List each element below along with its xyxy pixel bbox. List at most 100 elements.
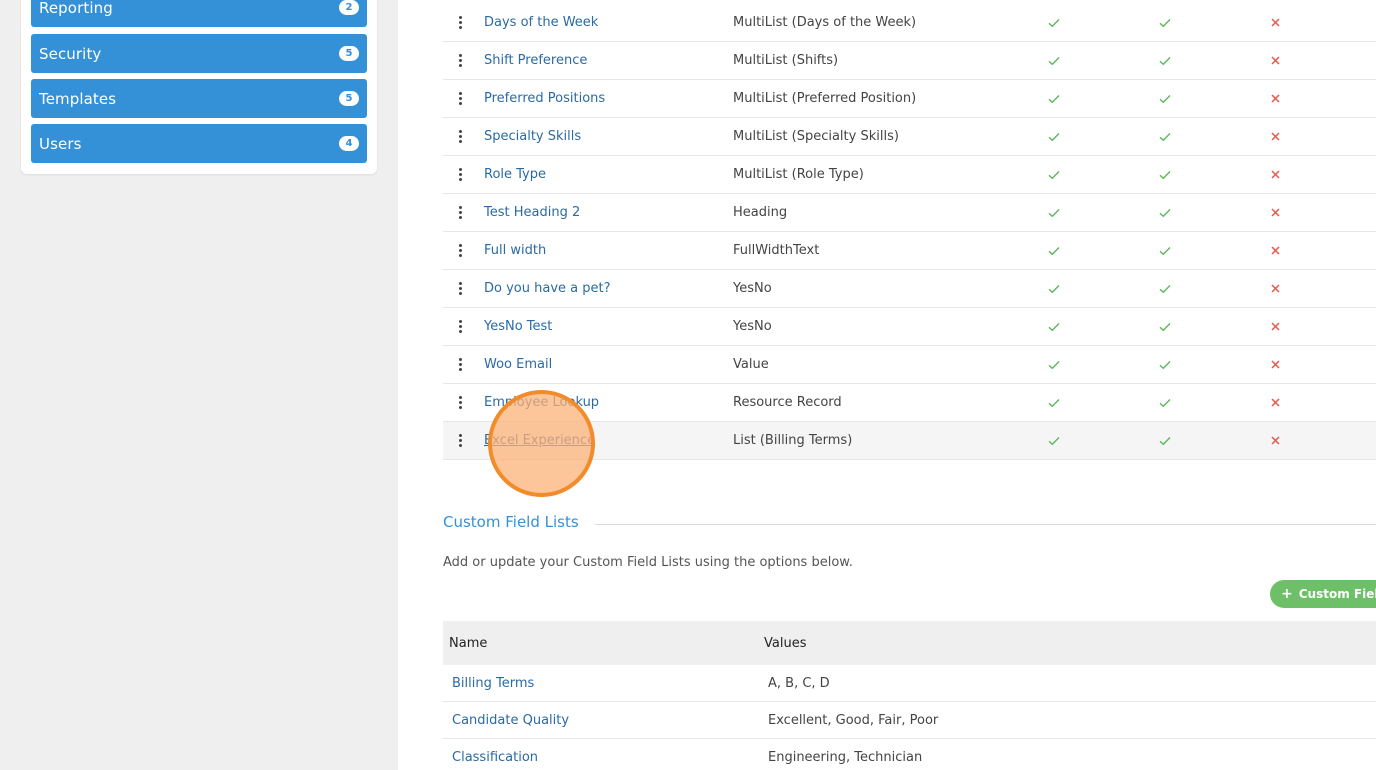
table-row: Candidate Quality Excellent, Good, Fair,… [443,702,1376,739]
check-icon [1158,92,1172,106]
field-type: MultiList (Preferred Position) [733,91,917,106]
close-icon [1268,320,1282,334]
check-icon [1047,130,1061,144]
field-name-link[interactable]: Full width [484,243,546,258]
table-row: Days of the Week MultiList (Days of the W… [443,4,1376,42]
check-icon [1047,244,1061,258]
check-icon [1047,396,1061,410]
kebab-menu-icon[interactable] [455,357,465,373]
lists-table-header: Name Values [443,621,1376,665]
field-type: Resource Record [733,395,842,410]
kebab-menu-icon[interactable] [455,91,465,107]
table-row: Preferred Positions MultiList (Preferred … [443,80,1376,118]
table-row: Shift Preference MultiList (Shifts) [443,42,1376,80]
add-button-label: Custom Field L [1298,587,1376,601]
column-header-name: Name [449,635,488,651]
field-name-link[interactable]: Days of the Week [484,15,598,30]
field-name-link[interactable]: Specialty Skills [484,129,581,144]
check-icon [1158,168,1172,182]
close-icon [1268,244,1282,258]
check-icon [1047,54,1061,68]
field-type: MultiList (Specialty Skills) [733,129,899,144]
table-row: Classification Engineering, Technician [443,739,1376,770]
kebab-menu-icon[interactable] [455,129,465,145]
field-name-link[interactable]: Woo Email [484,357,552,372]
list-name-link[interactable]: Classification [452,750,538,765]
kebab-menu-icon[interactable] [455,167,465,183]
field-name-link[interactable]: Test Heading 2 [484,205,580,220]
check-icon [1047,92,1061,106]
sidebar-item-label: Templates [39,89,117,108]
close-icon [1268,130,1282,144]
check-icon [1047,16,1061,30]
close-icon [1268,16,1282,30]
field-name-link[interactable]: Preferred Positions [484,91,605,106]
close-icon [1268,168,1282,182]
kebab-menu-icon[interactable] [455,433,465,449]
kebab-menu-icon[interactable] [455,243,465,259]
kebab-menu-icon[interactable] [455,15,465,31]
kebab-menu-icon[interactable] [455,53,465,69]
count-badge: 5 [339,46,359,61]
table-row: Woo Email Value [443,346,1376,384]
check-icon [1158,244,1172,258]
plus-icon: + [1281,586,1293,602]
column-header-values: Values [764,635,807,651]
main-content: Days of the Week MultiList (Days of the W… [398,0,1376,770]
field-type: MultiList (Days of the Week) [733,15,917,30]
add-custom-field-list-button[interactable]: + Custom Field L [1270,580,1376,608]
table-row: Specialty Skills MultiList (Specialty Ski… [443,118,1376,156]
check-icon [1047,168,1061,182]
close-icon [1268,206,1282,220]
table-row: Test Heading 2 Heading [443,194,1376,232]
field-type: Heading [733,205,788,220]
field-type: YesNo [733,319,772,334]
close-icon [1268,282,1282,296]
field-type: FullWidthText [733,243,820,258]
sidebar-item-users[interactable]: Users 4 [31,124,367,163]
kebab-menu-icon[interactable] [455,319,465,335]
kebab-menu-icon[interactable] [455,281,465,297]
field-type: MultiList (Role Type) [733,167,864,182]
table-row: Full width FullWidthText [443,232,1376,270]
field-name-link[interactable]: Excel Experience [484,433,595,448]
check-icon [1158,206,1172,220]
check-icon [1047,434,1061,448]
list-values: Excellent, Good, Fair, Poor [768,712,939,728]
section-title: Custom Field Lists [443,513,595,531]
sidebar-item-security[interactable]: Security 5 [31,34,367,73]
check-icon [1047,320,1061,334]
list-values: A, B, C, D [768,675,830,691]
kebab-menu-icon[interactable] [455,205,465,221]
field-type: YesNo [733,281,772,296]
check-icon [1158,54,1172,68]
field-name-link[interactable]: Role Type [484,167,546,182]
check-icon [1047,282,1061,296]
table-row: Do you have a pet? YesNo [443,270,1376,308]
table-row: YesNo Test YesNo [443,308,1376,346]
check-icon [1158,434,1172,448]
count-badge: 5 [339,91,359,106]
sidebar-item-reporting[interactable]: Reporting 2 [31,0,367,27]
field-name-link[interactable]: Shift Preference [484,53,587,68]
field-type: List (Billing Terms) [733,433,853,448]
field-type: Value [733,357,769,372]
sidebar-item-label: Reporting [39,0,113,17]
check-icon [1047,206,1061,220]
section-description: Add or update your Custom Field Lists us… [443,555,853,570]
table-row: Billing Terms A, B, C, D [443,665,1376,702]
list-values: Engineering, Technician [768,749,923,765]
field-name-link[interactable]: Employee Lookup [484,395,599,410]
sidebar-item-label: Security [39,44,102,63]
list-name-link[interactable]: Candidate Quality [452,713,569,728]
sidebar-item-templates[interactable]: Templates 5 [31,79,367,118]
field-name-link[interactable]: YesNo Test [484,319,552,334]
kebab-menu-icon[interactable] [455,395,465,411]
sidebar-item-label: Users [39,134,82,153]
table-row: Role Type MultiList (Role Type) [443,156,1376,194]
list-name-link[interactable]: Billing Terms [452,676,534,691]
sidebar-panel: Reporting 2 Security 5 Templates 5 Users… [21,0,377,174]
field-name-link[interactable]: Do you have a pet? [484,281,611,296]
check-icon [1158,282,1172,296]
check-icon [1047,358,1061,372]
